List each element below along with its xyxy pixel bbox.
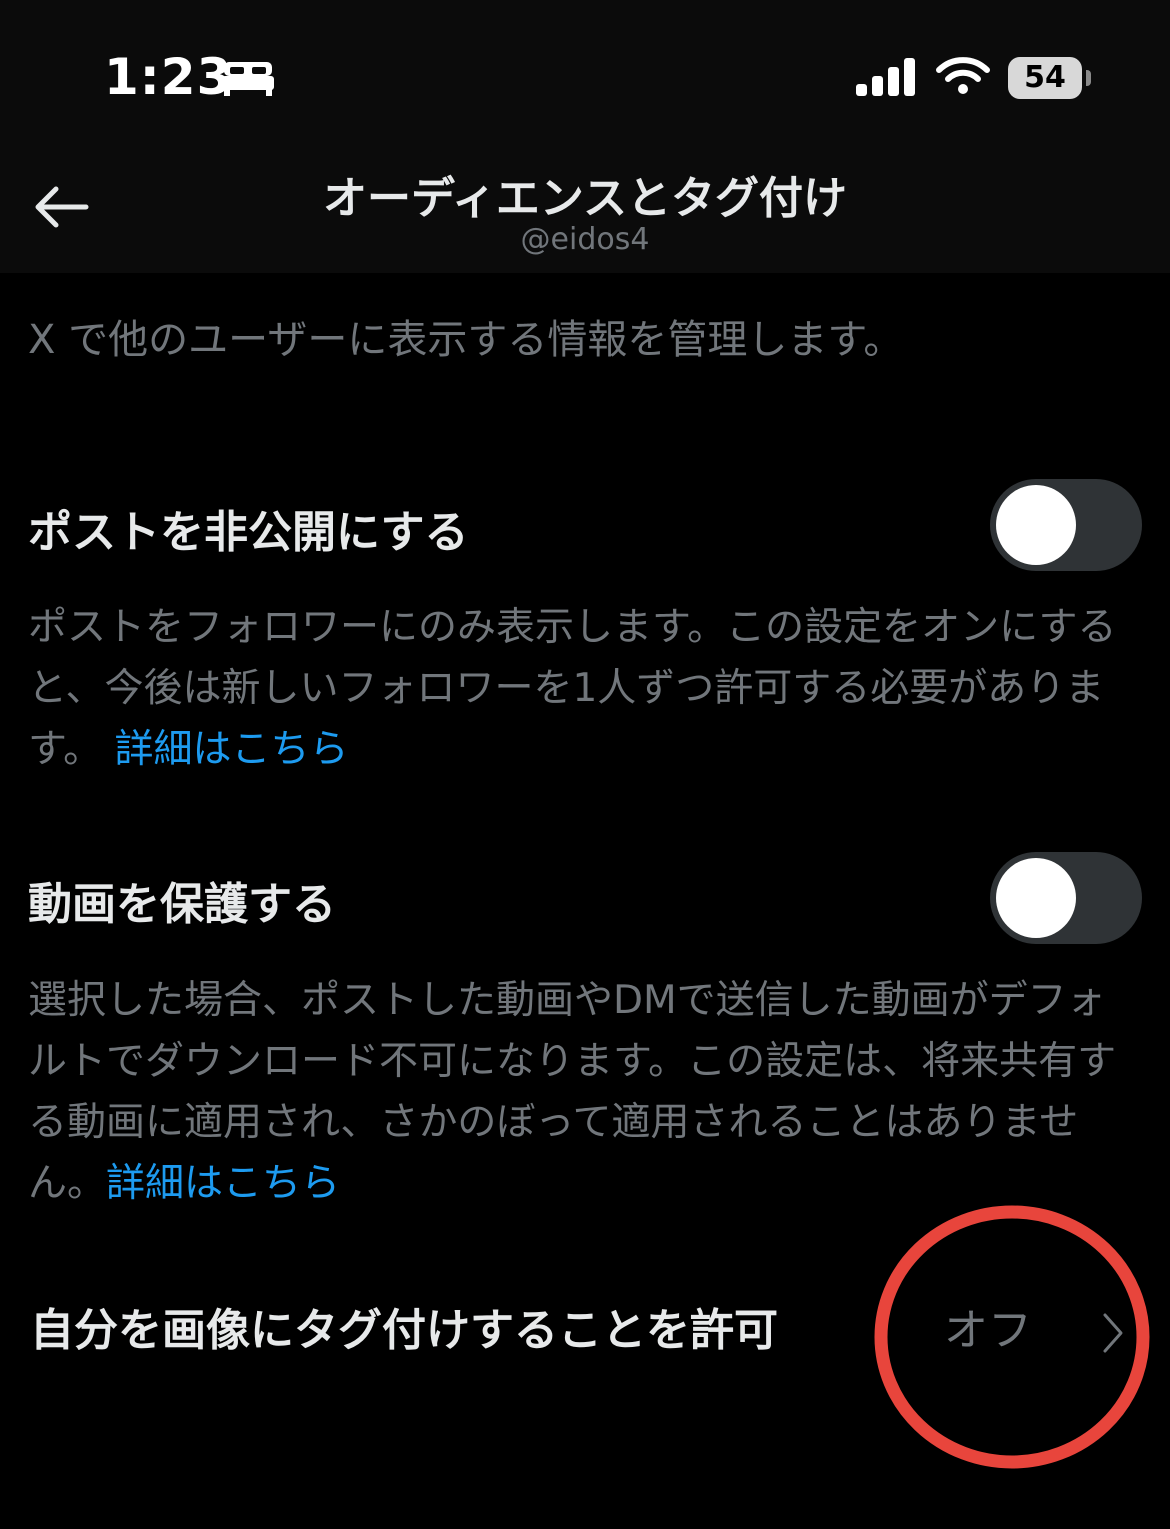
protect-posts-label: ポストを非公開にする bbox=[28, 507, 469, 558]
protect-videos-learn-more-link[interactable]: 詳細はこちら bbox=[106, 1161, 340, 1206]
battery-indicator: 54 bbox=[1008, 57, 1082, 99]
toggle-knob bbox=[996, 485, 1076, 565]
battery-cap bbox=[1086, 70, 1091, 86]
chevron-right-icon bbox=[1100, 1310, 1126, 1360]
photo-tagging-label: 自分を画像にタグ付けすることを許可 bbox=[30, 1305, 778, 1356]
intro-text: X で他のユーザーに表示する情報を管理します。 bbox=[28, 317, 904, 363]
status-time: 1:23 bbox=[104, 48, 233, 106]
protect-posts-learn-more-link[interactable]: 詳細はこちら bbox=[115, 727, 349, 772]
protect-videos-description: 選択した場合、ポストした動画やDMで送信した動画がデフォルトでダウンロード不可に… bbox=[28, 970, 1142, 1214]
page-title: オーディエンスとタグ付け bbox=[322, 173, 848, 224]
account-handle: @eidos4 bbox=[520, 222, 650, 257]
protect-videos-label: 動画を保護する bbox=[28, 879, 336, 930]
protect-posts-description: ポストをフォロワーにのみ表示します。この設定をオンにすると、今後は新しいフォロワ… bbox=[28, 597, 1142, 780]
protect-videos-toggle[interactable] bbox=[990, 852, 1142, 944]
status-bar: 1:23 54 bbox=[0, 0, 1170, 150]
navigation-header: オーディエンスとタグ付け @eidos4 bbox=[0, 150, 1170, 273]
cellular-signal-icon bbox=[856, 58, 916, 100]
photo-tagging-value: オフ bbox=[944, 1305, 1032, 1356]
wifi-icon bbox=[936, 56, 990, 100]
sleep-mode-icon bbox=[220, 58, 276, 102]
photo-tagging-row[interactable]: 自分を画像にタグ付けすることを許可 オフ bbox=[0, 1280, 1170, 1376]
toggle-knob bbox=[996, 858, 1076, 938]
protect-posts-toggle[interactable] bbox=[990, 479, 1142, 571]
